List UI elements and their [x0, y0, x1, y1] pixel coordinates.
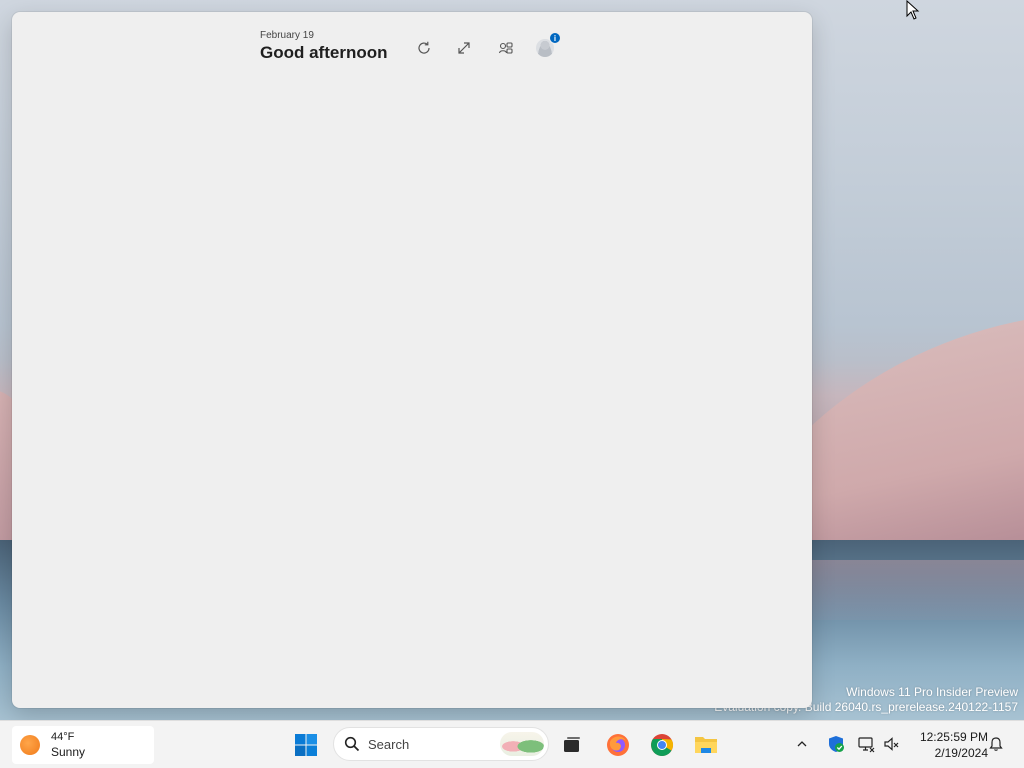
clock-date: 2/19/2024: [934, 746, 988, 760]
refresh-button[interactable]: [410, 34, 438, 62]
volume-icon: [884, 737, 899, 751]
profile-button[interactable]: i: [531, 32, 561, 62]
wallpaper-reflection: [812, 560, 1024, 620]
expand-button[interactable]: [450, 34, 478, 62]
widgets-settings-button[interactable]: [492, 34, 520, 62]
taskbar-clock[interactable]: 12:25:59 PM 2/19/2024: [906, 729, 988, 761]
start-button[interactable]: [290, 729, 322, 761]
widgets-board: February 19 Good afternoon i: [12, 12, 812, 708]
task-view-icon: [564, 737, 580, 752]
clock-time: 12:25:59 PM: [919, 730, 988, 744]
firefox-button[interactable]: [602, 729, 634, 761]
search-icon: [344, 736, 360, 752]
search-highlight-image: [500, 732, 544, 756]
show-hidden-icons-button[interactable]: [791, 733, 813, 755]
sun-icon: [20, 735, 40, 755]
defender-button[interactable]: [825, 733, 847, 755]
widgets-greeting: Good afternoon: [260, 43, 388, 62]
weather-widget[interactable]: 44°F Sunny: [12, 726, 154, 764]
file-explorer-icon: [695, 737, 717, 753]
notifications-button[interactable]: [985, 733, 1007, 755]
taskbar-search-box[interactable]: Search: [333, 727, 549, 761]
search-label: Search: [368, 736, 410, 752]
expand-icon: [458, 42, 470, 54]
chrome-icon: [651, 734, 673, 756]
profile-notification-badge: i: [549, 32, 561, 44]
firefox-icon: [607, 734, 629, 756]
weather-condition: Sunny: [51, 745, 86, 759]
volume-button[interactable]: [881, 733, 903, 755]
network-button[interactable]: [855, 733, 877, 755]
widgets-date: February 19: [260, 30, 314, 41]
task-view-button[interactable]: [556, 729, 588, 761]
network-icon: [858, 737, 875, 753]
chrome-button[interactable]: [646, 729, 678, 761]
weather-temperature: 44°F: [51, 731, 75, 743]
refresh-icon: [418, 41, 430, 54]
profile-icon: i: [536, 32, 561, 57]
defender-icon: [829, 736, 844, 752]
chevron-up-icon: [797, 741, 807, 747]
notification-bell-icon: [989, 737, 1003, 751]
widgets-settings-icon: [498, 42, 513, 54]
file-explorer-button[interactable]: [690, 729, 722, 761]
start-icon: [295, 734, 317, 756]
mouse-cursor-icon: [906, 0, 920, 20]
